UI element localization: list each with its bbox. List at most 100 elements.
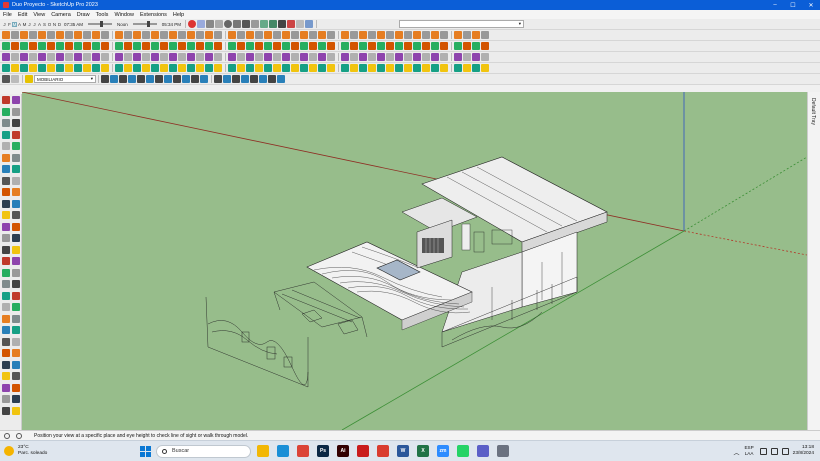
zoom-extents-icon[interactable] xyxy=(242,20,251,28)
tool-button-icon[interactable] xyxy=(377,64,385,72)
left-tool-icon[interactable] xyxy=(12,142,20,150)
tool-button-icon[interactable] xyxy=(83,53,91,61)
left-tool-icon[interactable] xyxy=(12,280,20,288)
tool-button-icon[interactable] xyxy=(300,53,308,61)
tool-button-icon[interactable] xyxy=(237,53,245,61)
tool-button-icon[interactable] xyxy=(282,42,290,50)
tool-button-icon[interactable] xyxy=(273,42,281,50)
tool-button-icon[interactable] xyxy=(386,42,394,50)
left-tool-icon[interactable] xyxy=(12,291,20,300)
layer-dropdown[interactable]: MOBILIARIO ▾ xyxy=(34,75,96,83)
tool-button-icon[interactable] xyxy=(291,64,299,72)
menu-file[interactable]: File xyxy=(3,12,12,18)
tool-button-icon[interactable] xyxy=(115,31,123,39)
left-tool-icon[interactable] xyxy=(2,211,10,219)
tool-button-icon[interactable] xyxy=(11,42,19,50)
left-tool-icon[interactable] xyxy=(12,314,20,323)
tool-button-icon[interactable] xyxy=(228,31,236,39)
tool-button-icon[interactable] xyxy=(440,31,448,39)
tool-button-icon[interactable] xyxy=(341,31,349,39)
tool-button-icon[interactable] xyxy=(124,42,132,50)
geo-location-icon[interactable] xyxy=(16,432,22,439)
tool-button-icon[interactable] xyxy=(178,31,186,39)
tool-button-icon[interactable] xyxy=(83,42,91,50)
tool-button-icon[interactable] xyxy=(327,64,335,72)
whatsapp-icon[interactable] xyxy=(457,445,469,457)
tool-button-icon[interactable] xyxy=(29,31,37,39)
tool-button-icon[interactable] xyxy=(101,42,109,50)
tool-button-icon[interactable] xyxy=(431,31,439,39)
tool-button-icon[interactable] xyxy=(291,31,299,39)
tool-button-icon[interactable] xyxy=(29,42,37,50)
tool-button-icon[interactable] xyxy=(200,75,208,83)
orbit-icon[interactable] xyxy=(206,20,215,28)
menu-window[interactable]: Window xyxy=(114,12,134,18)
tool-button-icon[interactable] xyxy=(413,53,421,61)
left-tool-icon[interactable] xyxy=(12,383,20,392)
menu-extensions[interactable]: Extensions xyxy=(140,12,167,18)
tool-button-icon[interactable] xyxy=(124,53,132,61)
tool-button-icon[interactable] xyxy=(101,31,109,39)
tool-button-icon[interactable] xyxy=(142,64,150,72)
tool-button-icon[interactable] xyxy=(133,64,141,72)
taskbar-search[interactable]: Buscar xyxy=(156,444,251,458)
tool-button-icon[interactable] xyxy=(38,42,46,50)
tool-button-icon[interactable] xyxy=(47,42,55,50)
tool-button-icon[interactable] xyxy=(300,42,308,50)
tool-button-icon[interactable] xyxy=(291,42,299,50)
tool-button-icon[interactable] xyxy=(205,53,213,61)
tool-button-icon[interactable] xyxy=(463,42,471,50)
tool-button-icon[interactable] xyxy=(205,31,213,39)
erase-icon[interactable] xyxy=(11,75,19,83)
tool-button-icon[interactable] xyxy=(463,31,471,39)
left-tool-icon[interactable] xyxy=(2,395,10,403)
tool-button-icon[interactable] xyxy=(223,75,231,83)
tool-button-icon[interactable] xyxy=(350,64,358,72)
shadow-toggle-icon[interactable] xyxy=(188,20,197,28)
chevron-up-icon[interactable]: ︿ xyxy=(733,448,740,457)
tool-button-icon[interactable] xyxy=(119,75,127,83)
tool-button-icon[interactable] xyxy=(395,42,403,50)
tool-button-icon[interactable] xyxy=(187,53,195,61)
tool-button-icon[interactable] xyxy=(264,64,272,72)
tool-button-icon[interactable] xyxy=(273,53,281,61)
tool-button-icon[interactable] xyxy=(341,64,349,72)
month-dec[interactable]: D xyxy=(57,22,62,27)
tool-button-icon[interactable] xyxy=(264,42,272,50)
tool-button-icon[interactable] xyxy=(133,42,141,50)
tool-button-icon[interactable] xyxy=(47,64,55,72)
tool-button-icon[interactable] xyxy=(187,42,195,50)
tool-button-icon[interactable] xyxy=(187,64,195,72)
tool-button-icon[interactable] xyxy=(74,53,82,61)
teams-icon[interactable] xyxy=(477,445,489,457)
tool-button-icon[interactable] xyxy=(169,64,177,72)
tool-button-icon[interactable] xyxy=(124,64,132,72)
tool-button-icon[interactable] xyxy=(454,42,462,50)
tool-button-icon[interactable] xyxy=(142,42,150,50)
tool-button-icon[interactable] xyxy=(56,64,64,72)
menu-camera[interactable]: Camera xyxy=(51,12,71,18)
tool-button-icon[interactable] xyxy=(20,53,28,61)
tool-button-icon[interactable] xyxy=(309,42,317,50)
tool-button-icon[interactable] xyxy=(318,53,326,61)
tool-button-icon[interactable] xyxy=(237,31,245,39)
left-tool-icon[interactable] xyxy=(12,222,20,231)
tool-button-icon[interactable] xyxy=(273,64,281,72)
tool-button-icon[interactable] xyxy=(440,64,448,72)
tool-button-icon[interactable] xyxy=(350,53,358,61)
tool-button-icon[interactable] xyxy=(472,64,480,72)
tool-button-icon[interactable] xyxy=(151,64,159,72)
tool-button-icon[interactable] xyxy=(214,75,222,83)
tool-button-icon[interactable] xyxy=(20,42,28,50)
tool-button-icon[interactable] xyxy=(368,31,376,39)
left-tool-icon[interactable] xyxy=(2,326,10,334)
file-explorer-icon[interactable] xyxy=(257,445,269,457)
sketchup-icon[interactable] xyxy=(377,445,389,457)
layer-color-icon[interactable] xyxy=(25,75,33,83)
tool-button-icon[interactable] xyxy=(182,75,190,83)
left-tool-icon[interactable] xyxy=(12,211,20,219)
tool-button-icon[interactable] xyxy=(65,31,73,39)
left-tool-icon[interactable] xyxy=(12,199,20,208)
tool-button-icon[interactable] xyxy=(368,53,376,61)
tool-button-icon[interactable] xyxy=(377,31,385,39)
